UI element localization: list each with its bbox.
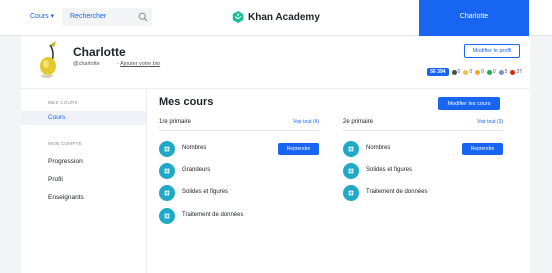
search-box[interactable]: Rechercher [62,8,152,26]
edit-profile-button[interactable]: Modifier le profil [464,44,520,58]
page-title: Mes cours [159,96,214,108]
badge-count: 0 [475,69,484,75]
sidebar-item-teachers[interactable]: Enseignants [21,191,146,205]
badge-count: 0 [486,69,496,75]
course-icon [159,163,175,179]
badge-icon [510,69,516,75]
course-column-header: 1re primaire Voir tout (4) [159,117,319,131]
course-column-grade-1: 1re primaire Voir tout (4) Nombres Repre… [159,117,319,224]
badge-icon [475,69,481,75]
badge-count-value: 0 [469,69,473,75]
course-column-grade-2: 2e primaire Voir tout (3) Nombres Repren… [343,117,503,201]
badge-count: 0 [451,69,461,75]
course-item[interactable]: Solides et figures [159,185,319,201]
user-menu-label: Charlotte [459,13,489,20]
badge-count: 5 [498,69,508,75]
logo-text: Khan Academy [248,11,320,23]
top-bar: Cours ▾ Rechercher Khan Academy Charlott… [0,0,552,36]
course-item[interactable]: Nombres Reprendre [343,141,503,157]
course-column-title: 2e primaire [343,119,374,125]
badge-count-value: 0 [457,69,461,75]
add-bio-link[interactable]: Ajouter votre bio [120,61,160,67]
sidebar-item-courses[interactable]: Cours [21,111,146,125]
course-icon [343,141,359,157]
course-item[interactable]: Nombres Reprendre [159,141,319,157]
badge-icon [463,69,469,75]
badge-count-value: 37 [516,69,522,75]
course-item[interactable]: Traitement de données [159,208,319,224]
course-label[interactable]: Grandeurs [182,167,210,173]
profile-handle: @charlotte [73,61,100,67]
course-icon [159,185,175,201]
course-icon [159,141,175,157]
resume-button[interactable]: Reprendre [278,143,319,155]
sidebar-item-profile[interactable]: Profil [21,173,146,187]
edit-courses-button[interactable]: Modifier les cours [438,97,500,110]
badge-icon [498,69,504,75]
see-all-link[interactable]: Voir tout (4) [293,119,319,125]
khan-leaf-icon [232,11,244,23]
course-label[interactable]: Traitement de données [366,189,427,195]
profile-name: Charlotte [73,45,126,59]
course-icon [159,208,175,224]
course-icon [343,185,359,201]
energy-points: 56 394 [427,68,449,76]
profile-bio: - Ajouter votre bio [117,61,160,67]
badge-count-value: 0 [492,69,496,75]
course-item[interactable]: Traitement de données [343,185,503,201]
search-icon[interactable] [138,12,148,22]
sidebar-section-my-account: MON COMPTE [48,141,82,146]
badge-count: 0 [463,69,472,75]
courses-menu[interactable]: Cours ▾ [30,12,54,20]
resume-button[interactable]: Reprendre [462,143,503,155]
badge-icon [451,69,457,75]
sidebar-item-progression[interactable]: Progression [21,155,146,169]
course-label[interactable]: Traitement de données [182,212,243,218]
khan-academy-logo[interactable]: Khan Academy [232,11,320,23]
badge-count-value: 5 [504,69,508,75]
sidebar-section-my-courses: MES COURS [48,100,78,105]
profile-header: Charlotte @charlotte - Ajouter votre bio… [21,36,530,88]
course-item[interactable]: Grandeurs [159,163,319,179]
course-icon [343,163,359,179]
course-label[interactable]: Nombres [366,145,390,151]
course-label[interactable]: Nombres [182,145,206,151]
course-column-header: 2e primaire Voir tout (3) [343,117,503,131]
badge-icon [486,69,492,75]
content-panel: MES COURS Cours MON COMPTE Progression P… [21,88,530,273]
badge-count-value: 0 [481,69,484,75]
course-label[interactable]: Solides et figures [182,189,228,195]
search-input[interactable]: Rechercher [70,13,106,20]
course-column-title: 1re primaire [159,119,192,125]
user-menu-tab[interactable]: Charlotte [419,0,529,36]
course-item[interactable]: Solides et figures [343,163,503,179]
sidebar: MES COURS Cours MON COMPTE Progression P… [21,89,146,273]
see-all-link[interactable]: Voir tout (3) [477,119,503,125]
course-label[interactable]: Solides et figures [366,167,412,173]
profile-stats: 56 394 0 0 0 0 5 37 [427,68,522,76]
main-courses: Mes cours Modifier les cours 1re primair… [146,89,530,273]
avatar[interactable] [36,39,64,79]
badge-count: 37 [510,69,522,75]
